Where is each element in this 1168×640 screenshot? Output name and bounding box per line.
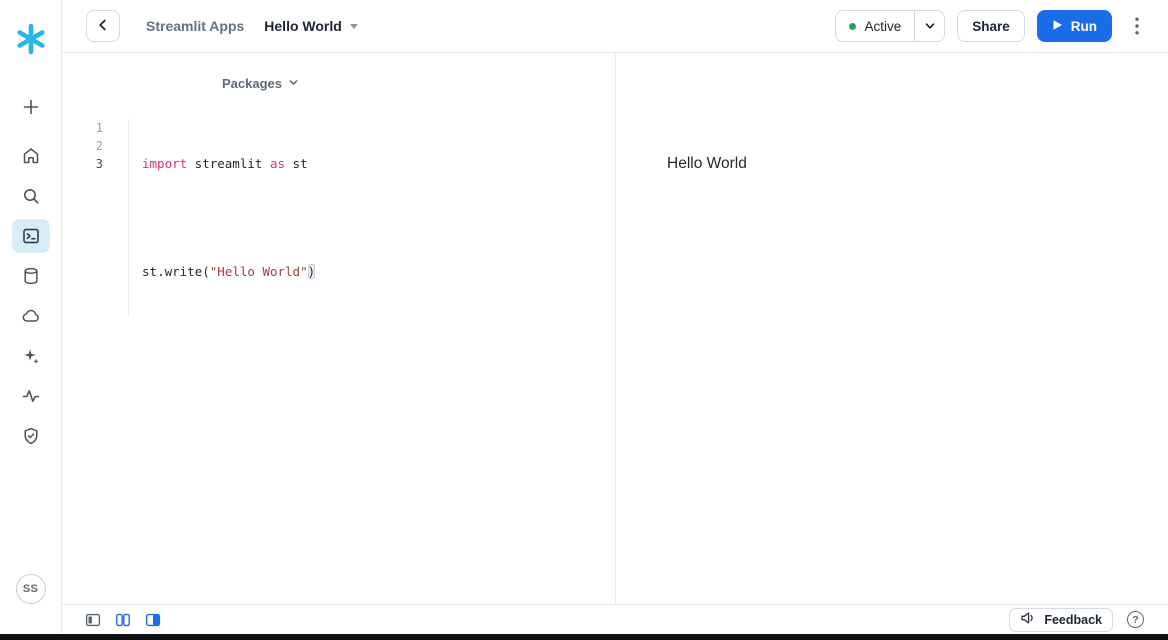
plus-icon	[22, 98, 40, 116]
run-button[interactable]: Run	[1037, 10, 1112, 42]
search-icon	[21, 186, 41, 206]
token-string: "Hello World"	[210, 264, 308, 279]
token-text: st	[142, 264, 157, 279]
token-text: st	[285, 156, 308, 171]
code-line-3: st.write("Hello World")	[142, 263, 315, 281]
snowflake-logo[interactable]	[14, 22, 48, 61]
feedback-label: Feedback	[1044, 613, 1102, 627]
token-paren: (	[202, 264, 210, 279]
panel-left-icon	[85, 612, 101, 628]
split-view-icon	[115, 612, 131, 628]
footer: Feedback ?	[62, 604, 1168, 634]
sidebar-item-data[interactable]	[12, 259, 50, 293]
user-avatar[interactable]: SS	[16, 574, 46, 604]
chevron-down-icon	[924, 20, 936, 32]
token-paren: )	[308, 264, 316, 279]
main-area: Streamlit Apps Hello World Active Share	[62, 0, 1168, 634]
header: Streamlit Apps Hello World Active Share	[62, 0, 1168, 53]
line-number-gutter: 1 2 3	[62, 119, 129, 317]
chevron-down-icon	[350, 24, 358, 29]
token-text: .	[157, 264, 165, 279]
sidebar-item-ai-ml[interactable]	[12, 339, 50, 373]
status-badge[interactable]: Active	[836, 11, 914, 41]
line-number: 1	[62, 119, 103, 137]
app-window: SS Streamlit Apps Hello World Active	[0, 0, 1168, 634]
code-lines: import streamlit as st st.write("Hello W…	[129, 119, 315, 317]
sidebar-item-home[interactable]	[12, 139, 50, 173]
app-output-text: Hello World	[667, 155, 1168, 173]
breadcrumb[interactable]: Streamlit Apps	[146, 18, 244, 34]
content-split: Packages 1 2 3 import streamlit as st st	[62, 53, 1168, 604]
chevron-left-icon	[96, 18, 110, 35]
chevron-down-icon	[288, 76, 299, 91]
sidebar-item-activity[interactable]	[12, 379, 50, 413]
megaphone-icon	[1020, 610, 1037, 629]
layout-toggles	[85, 612, 161, 628]
status-dropdown-button[interactable]	[914, 11, 944, 41]
sparkle-icon	[21, 346, 41, 366]
share-button[interactable]: Share	[957, 10, 1025, 42]
line-number: 3	[62, 155, 103, 173]
more-options-button[interactable]	[1124, 10, 1150, 42]
page-title: Hello World	[264, 18, 342, 34]
layout-preview-only-button[interactable]	[145, 612, 161, 628]
panel-right-icon	[145, 612, 161, 628]
shield-check-icon	[21, 426, 41, 446]
sidebar: SS	[0, 0, 62, 634]
token-text: streamlit	[187, 156, 270, 171]
play-icon	[1052, 19, 1063, 34]
sidebar-item-admin[interactable]	[12, 419, 50, 453]
terminal-icon	[21, 226, 41, 246]
line-number: 2	[62, 137, 103, 155]
app-preview-panel: Hello World	[616, 53, 1168, 604]
token-keyword: as	[270, 156, 285, 171]
token-text: write	[165, 264, 203, 279]
database-icon	[21, 266, 41, 286]
status-control: Active	[835, 10, 945, 42]
kebab-icon	[1135, 17, 1139, 35]
code-editor[interactable]: 1 2 3 import streamlit as st st.write("H…	[62, 119, 615, 317]
sidebar-item-create[interactable]	[12, 90, 50, 124]
run-label: Run	[1071, 19, 1097, 34]
home-icon	[21, 146, 41, 166]
pulse-icon	[21, 386, 41, 406]
cloud-icon	[21, 306, 41, 326]
back-button[interactable]	[86, 10, 120, 42]
layout-editor-only-button[interactable]	[85, 612, 101, 628]
code-line-1: import streamlit as st	[142, 155, 315, 173]
code-editor-panel: Packages 1 2 3 import streamlit as st st	[62, 53, 616, 604]
window-bottom-edge	[0, 634, 1168, 640]
header-actions: Active Share Run	[835, 10, 1150, 42]
layout-split-view-button[interactable]	[115, 612, 131, 628]
active-dot-icon	[849, 23, 856, 30]
packages-label: Packages	[222, 76, 282, 91]
code-line-2	[142, 209, 315, 227]
footer-actions: Feedback ?	[1009, 608, 1144, 632]
sidebar-item-projects[interactable]	[12, 219, 50, 253]
sidebar-item-search[interactable]	[12, 179, 50, 213]
feedback-button[interactable]: Feedback	[1009, 608, 1113, 632]
sidebar-item-marketplace[interactable]	[12, 299, 50, 333]
status-label: Active	[864, 19, 901, 34]
packages-dropdown[interactable]: Packages	[222, 76, 299, 91]
token-keyword: import	[142, 156, 187, 171]
app-title-menu[interactable]: Hello World	[264, 18, 358, 34]
help-icon[interactable]: ?	[1127, 611, 1144, 628]
